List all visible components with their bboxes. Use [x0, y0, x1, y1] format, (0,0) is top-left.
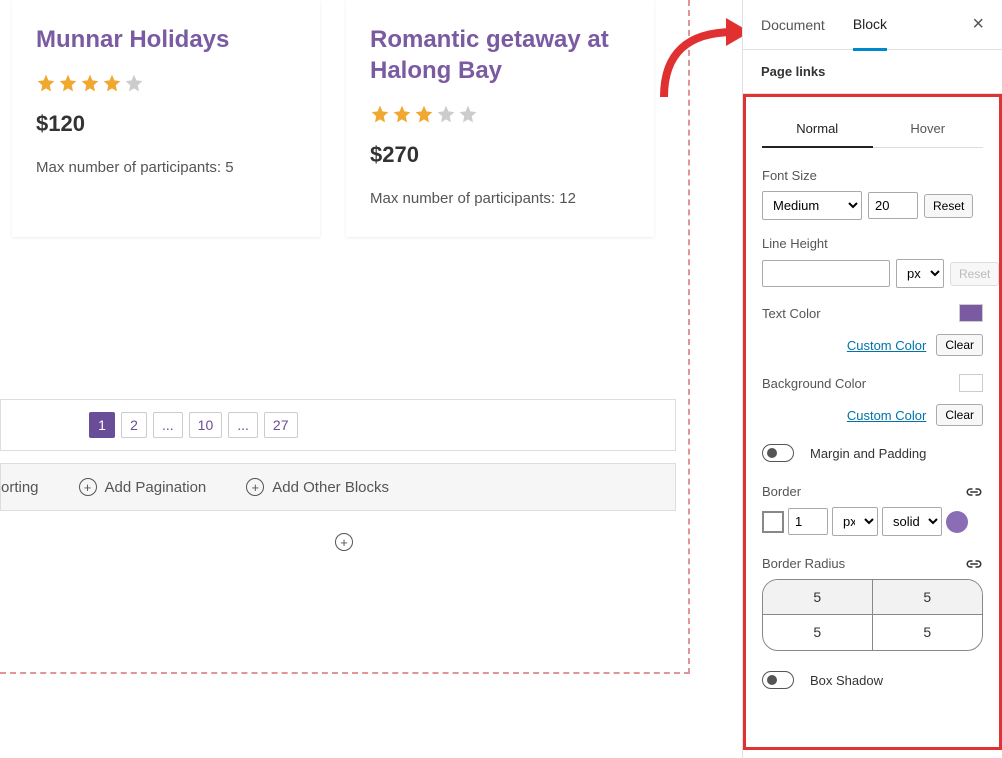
star-icon — [58, 73, 78, 93]
product-card: Munnar Holidays $120 Max number of parti… — [12, 0, 320, 237]
card-title[interactable]: Munnar Holidays — [36, 24, 296, 55]
card-title[interactable]: Romantic getaway at Halong Bay — [370, 24, 630, 86]
font-size-select[interactable]: Medium — [762, 191, 862, 220]
font-size-label: Font Size — [762, 168, 983, 183]
link-icon[interactable] — [965, 487, 983, 497]
plus-icon: + — [79, 478, 97, 496]
radius-br-input[interactable]: 5 — [873, 615, 983, 650]
bg-color-label: Background Color — [762, 376, 866, 391]
star-icon — [80, 73, 100, 93]
border-color-box[interactable] — [762, 511, 784, 533]
plus-icon: + — [335, 533, 353, 551]
page-dots: ... — [228, 412, 258, 438]
tab-document[interactable]: Document — [761, 1, 825, 49]
tab-block[interactable]: Block — [853, 0, 887, 51]
settings-sidebar: Document Block × Page links Normal Hover… — [742, 0, 1002, 758]
border-width-input[interactable] — [788, 508, 828, 535]
text-color-swatch[interactable] — [959, 304, 983, 322]
add-block-button[interactable]: + — [0, 533, 688, 551]
product-card: Romantic getaway at Halong Bay $270 Max … — [346, 0, 654, 237]
margin-padding-toggle[interactable] — [762, 444, 794, 462]
page-10-button[interactable]: 10 — [189, 412, 223, 438]
star-icon — [102, 73, 122, 93]
bg-custom-color-link[interactable]: Custom Color — [847, 408, 926, 423]
bg-color-clear-button[interactable]: Clear — [936, 404, 983, 426]
text-color-clear-button[interactable]: Clear — [936, 334, 983, 356]
line-height-reset-button[interactable]: Reset — [950, 262, 999, 286]
page-dots: ... — [153, 412, 183, 438]
line-height-unit-select[interactable]: px — [896, 259, 944, 288]
box-shadow-label: Box Shadow — [810, 673, 883, 688]
page-27-button[interactable]: 27 — [264, 412, 298, 438]
link-icon[interactable] — [965, 559, 983, 569]
text-custom-color-link[interactable]: Custom Color — [847, 338, 926, 353]
border-color-circle[interactable] — [946, 511, 968, 533]
border-label: Border — [762, 484, 801, 499]
add-other-blocks-button[interactable]: +Add Other Blocks — [246, 478, 389, 496]
radius-tl-input[interactable]: 5 — [763, 580, 873, 615]
radius-tr-input[interactable]: 5 — [873, 580, 983, 615]
star-icon — [458, 104, 478, 124]
page-2-button[interactable]: 2 — [121, 412, 147, 438]
font-size-input[interactable] — [868, 192, 918, 219]
card-price: $120 — [36, 111, 296, 137]
border-radius-label: Border Radius — [762, 556, 845, 571]
pagination: 1 2 ... 10 ... 27 — [0, 399, 676, 451]
star-icon — [436, 104, 456, 124]
star-icon — [36, 73, 56, 93]
panel-title[interactable]: Page links — [743, 50, 1002, 94]
box-shadow-toggle[interactable] — [762, 671, 794, 689]
subtab-hover[interactable]: Hover — [873, 111, 984, 148]
star-rating — [370, 104, 630, 124]
add-pagination-button[interactable]: +Add Pagination — [79, 478, 207, 496]
card-price: $270 — [370, 142, 630, 168]
text-color-label: Text Color — [762, 306, 821, 321]
font-size-reset-button[interactable]: Reset — [924, 194, 973, 218]
block-toolbar: orting +Add Pagination +Add Other Blocks — [0, 463, 676, 511]
line-height-label: Line Height — [762, 236, 983, 251]
radius-bl-input[interactable]: 5 — [763, 615, 873, 650]
star-icon — [124, 73, 144, 93]
add-sorting-button[interactable]: orting — [1, 479, 39, 496]
close-icon[interactable]: × — [972, 13, 984, 36]
border-style-select[interactable]: solid — [882, 507, 942, 536]
border-unit-select[interactable]: px — [832, 507, 878, 536]
card-max-participants: Max number of participants: 12 — [370, 190, 630, 207]
border-radius-grid: 5 5 5 5 — [762, 579, 983, 651]
margin-padding-label: Margin and Padding — [810, 446, 926, 461]
card-max-participants: Max number of participants: 5 — [36, 159, 296, 176]
star-rating — [36, 73, 296, 93]
line-height-input[interactable] — [762, 260, 890, 287]
page-1-button[interactable]: 1 — [89, 412, 115, 438]
plus-icon: + — [246, 478, 264, 496]
star-icon — [392, 104, 412, 124]
subtab-normal[interactable]: Normal — [762, 111, 873, 148]
star-icon — [414, 104, 434, 124]
star-icon — [370, 104, 390, 124]
bg-color-swatch[interactable] — [959, 374, 983, 392]
